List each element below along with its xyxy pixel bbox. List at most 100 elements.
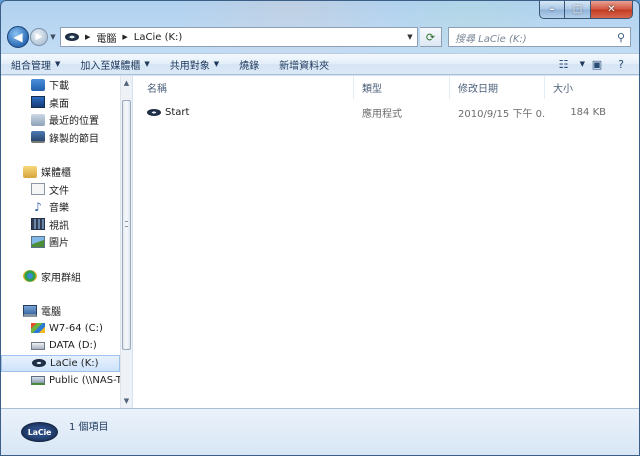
hard-drive-icon — [31, 341, 45, 350]
maximize-button[interactable]: □ — [565, 1, 591, 19]
new-folder-button[interactable]: 新增資料夾 — [269, 54, 339, 74]
forward-arrow-icon: ▶ — [35, 32, 43, 42]
help-icon[interactable]: ? — [609, 58, 633, 71]
explorer-window: – □ ✕ ◀ ▶ ▼ ▶ 電腦 ▶ LaCie (K:) ▼ ⟳ 搜尋 LaC… — [0, 0, 640, 456]
sidebar-item-desktop[interactable]: 桌面 — [1, 94, 120, 112]
preview-pane-icon[interactable]: ▣ — [585, 58, 609, 71]
burn-button[interactable]: 燒錄 — [229, 54, 269, 74]
address-bar[interactable]: ▶ 電腦 ▶ LaCie (K:) ▼ — [60, 27, 418, 47]
share-with-menu[interactable]: 共用對象 ▼ — [160, 54, 229, 74]
table-row[interactable]: Start 應用程式 2010/9/15 下午 0... 184 KB — [139, 103, 619, 121]
chevron-down-icon: ▼ — [55, 60, 61, 68]
column-header-type[interactable]: 類型 — [354, 76, 450, 99]
sidebar-item-label: 家用群組 — [41, 272, 81, 284]
column-header-label: 大小 — [553, 84, 573, 95]
maximize-icon: □ — [572, 4, 583, 15]
sidebar-item-label: 圖片 — [49, 238, 69, 250]
sidebar-item-label: 最近的位置 — [49, 116, 99, 128]
network-drive-icon — [31, 376, 45, 386]
sidebar-item-label: Public (\\NAS-T — [49, 375, 120, 387]
sidebar-item-label: 電腦 — [41, 307, 61, 319]
recent-pages-dropdown[interactable]: ▼ — [48, 33, 58, 41]
recent-places-icon — [31, 113, 45, 126]
back-button[interactable]: ◀ — [7, 26, 29, 48]
navigation-scrollbar[interactable]: ▲ ▼ — [120, 76, 132, 408]
minimize-button[interactable]: – — [539, 1, 565, 19]
search-placeholder: 搜尋 LaCie (K:) — [455, 33, 527, 45]
sidebar-item-drive-d[interactable]: DATA (D:) — [1, 337, 120, 355]
sidebar-item-label: 桌面 — [49, 98, 69, 110]
sidebar-item-music[interactable]: ♪ 音樂 — [1, 198, 120, 216]
toolbar-right: ☷ ▼ ▣ ? — [552, 54, 639, 74]
sidebar-item-recent-places[interactable]: 最近的位置 — [1, 111, 120, 129]
refresh-button[interactable]: ⟳ — [420, 27, 442, 47]
pictures-icon — [31, 235, 45, 248]
sidebar-item-recorded-tv[interactable]: 錄製的節目 — [1, 129, 120, 147]
computer-icon — [23, 304, 37, 317]
sidebar-item-drive-c[interactable]: W7-64 (C:) — [1, 320, 120, 338]
item-count: 1 個項目 — [69, 422, 109, 433]
sidebar-item-documents[interactable]: 文件 — [1, 181, 120, 199]
file-name-cell: Start — [139, 107, 354, 118]
close-button[interactable]: ✕ — [591, 1, 633, 19]
sidebar-item-homegroup[interactable]: 家用群組 — [1, 268, 120, 286]
sidebar-item-label: 錄製的節目 — [49, 133, 99, 145]
navigation-row: ◀ ▶ ▼ ▶ 電腦 ▶ LaCie (K:) ▼ ⟳ 搜尋 LaCie (K:… — [7, 25, 631, 49]
homegroup-icon — [23, 270, 37, 283]
scroll-down-icon[interactable]: ▼ — [121, 394, 132, 408]
navigation-pane: 下載 桌面 最近的位置 錄製的節目 媒體櫃 文件 ♪ 音樂 視訊 圖片 家用群組… — [1, 76, 133, 408]
view-options-icon[interactable]: ☷ — [552, 58, 576, 71]
libraries-icon — [23, 165, 37, 178]
column-header-label: 修改日期 — [458, 84, 498, 95]
sidebar-item-computer[interactable]: 電腦 — [1, 302, 120, 320]
scrollbar-thumb[interactable] — [122, 100, 131, 350]
file-list-pane: 名稱 類型 修改日期 大小 Start 應用程式 2010/9/15 下午 0.… — [133, 76, 639, 408]
close-icon: ✕ — [607, 4, 616, 15]
recorded-tv-icon — [31, 131, 45, 144]
add-to-library-menu[interactable]: 加入至媒體櫃 ▼ — [70, 54, 159, 74]
breadcrumb-separator-icon[interactable]: ▶ — [85, 33, 90, 41]
minimize-icon: – — [549, 4, 555, 15]
breadcrumb-separator-icon[interactable]: ▶ — [122, 33, 127, 41]
column-header-name[interactable]: 名稱 — [139, 76, 354, 99]
sidebar-item-libraries[interactable]: 媒體櫃 — [1, 163, 120, 181]
sidebar-item-label: 文件 — [49, 185, 69, 197]
scrollbar-grip — [125, 221, 128, 227]
sidebar-item-videos[interactable]: 視訊 — [1, 216, 120, 234]
sidebar-item-pictures[interactable]: 圖片 — [1, 233, 120, 251]
new-folder-label: 新增資料夾 — [279, 60, 330, 72]
column-header-date[interactable]: 修改日期 — [450, 76, 545, 99]
search-icon[interactable]: ⚲ — [612, 31, 630, 44]
column-header-size[interactable]: 大小 — [545, 76, 620, 99]
chevron-down-icon: ▼ — [213, 60, 220, 68]
search-input[interactable]: 搜尋 LaCie (K:) ⚲ — [448, 27, 631, 47]
sidebar-item-downloads[interactable]: 下載 — [1, 76, 120, 94]
command-bar: 組合管理 ▼ 加入至媒體櫃 ▼ 共用對象 ▼ 燒錄 新增資料夾 ☷ ▼ ▣ ? — [1, 53, 639, 75]
forward-button[interactable]: ▶ — [30, 28, 48, 46]
refresh-icon: ⟳ — [425, 30, 436, 44]
column-header-label: 名稱 — [147, 84, 167, 95]
sidebar-item-network-public[interactable]: Public (\\NAS-T — [1, 372, 120, 390]
scroll-up-icon[interactable]: ▲ — [121, 76, 132, 90]
sidebar-item-label: LaCie (K:) — [50, 357, 99, 369]
burn-label: 燒錄 — [239, 60, 260, 72]
add-to-library-label: 加入至媒體櫃 — [80, 60, 141, 72]
column-header-label: 類型 — [362, 84, 382, 95]
address-dropdown-icon[interactable]: ▼ — [403, 33, 417, 41]
file-size-cell: 184 KB — [570, 106, 606, 118]
file-date-cell: 2010/9/15 下午 0... — [458, 108, 545, 120]
lacie-drive-icon — [32, 359, 46, 368]
sidebar-item-label: W7-64 (C:) — [49, 322, 103, 334]
details-pane: LaCie 1 個項目 — [1, 408, 639, 455]
content-area: 下載 桌面 最近的位置 錄製的節目 媒體櫃 文件 ♪ 音樂 視訊 圖片 家用群組… — [1, 76, 639, 408]
sidebar-item-drive-k[interactable]: LaCie (K:) — [1, 354, 120, 372]
sidebar-item-label: 視訊 — [49, 220, 69, 232]
caption-buttons: – □ ✕ — [539, 1, 633, 19]
navigation-list: 下載 桌面 最近的位置 錄製的節目 媒體櫃 文件 ♪ 音樂 視訊 圖片 家用群組… — [1, 76, 120, 390]
organize-menu[interactable]: 組合管理 ▼ — [1, 54, 70, 74]
breadcrumb-lacie[interactable]: LaCie (K:) — [134, 32, 183, 43]
breadcrumb-computer[interactable]: 電腦 — [96, 30, 116, 45]
windows-drive-icon — [31, 323, 45, 334]
